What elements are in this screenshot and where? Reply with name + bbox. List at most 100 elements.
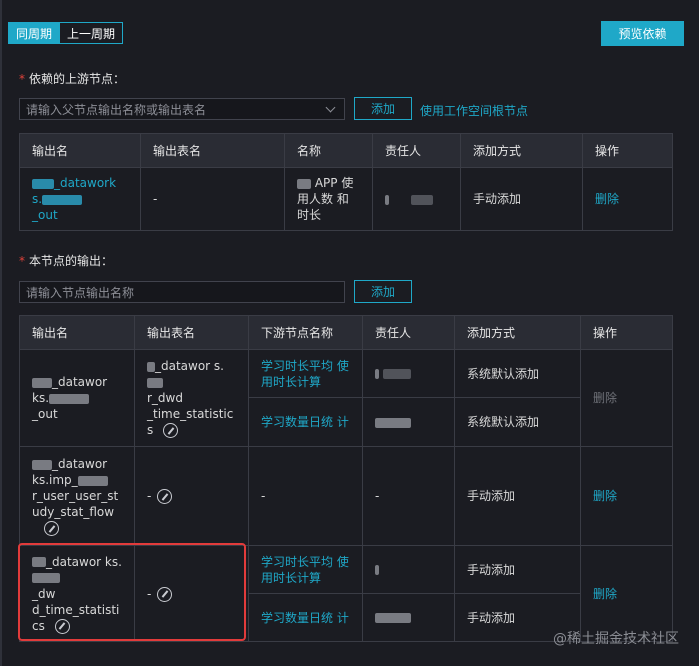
output-name-cell: _datawork s. _out xyxy=(19,167,141,231)
redacted-block xyxy=(32,573,60,583)
redacted-block xyxy=(375,613,411,623)
upstream-label-text: 依赖的上游节点： xyxy=(29,72,126,86)
output-table-text: - xyxy=(147,489,152,503)
table-row: _datawork s. _out - APP 使用人数 和时长 手动添加 删除 xyxy=(19,167,673,231)
add-method-cell: 手动添加 xyxy=(454,545,581,594)
cycle-toggle: 同周期 上一周期 xyxy=(8,22,124,44)
redacted-block xyxy=(375,369,379,379)
tab-same-cycle[interactable]: 同周期 xyxy=(8,22,61,44)
col-action: 操作 xyxy=(580,315,673,350)
output-table-text: - xyxy=(147,586,152,601)
redacted-block xyxy=(382,369,411,379)
output-name-text: _datawor ks. xyxy=(46,554,122,569)
col-owner: 责任人 xyxy=(362,315,455,350)
add-method-cell: 系统默认添加 xyxy=(454,397,581,447)
output-name-cell: _datawor ks.imp_ r_user_user_st udy_stat… xyxy=(19,446,135,546)
downstream-node-link[interactable]: 学习数量日统 计 xyxy=(248,593,363,642)
name-cell: APP 使用人数 和时长 xyxy=(284,167,373,231)
owner-cell xyxy=(362,545,455,594)
upstream-section-label: * 依赖的上游节点： xyxy=(19,70,125,87)
owner-cell xyxy=(362,349,455,398)
output-add-button[interactable]: 添加 xyxy=(354,280,412,303)
upstream-search-placeholder: 请输入父节点输出名称或输出表名 xyxy=(26,102,207,117)
preview-dependency-button[interactable]: 预览依赖 xyxy=(601,21,684,46)
delete-link[interactable]: 删除 xyxy=(580,446,673,546)
table-header-row: 输出名 输出表名 名称 责任人 添加方式 操作 xyxy=(19,133,673,168)
outputs-section-label: * 本节点的输出： xyxy=(19,252,113,269)
upstream-add-button[interactable]: 添加 xyxy=(354,97,412,120)
table-row: _datawor ks. _out _datawor s. r_dwd _tim… xyxy=(19,349,673,447)
add-method-cell: 手动添加 xyxy=(454,446,581,546)
redacted-block xyxy=(42,194,83,205)
redacted-block xyxy=(49,393,90,404)
output-name-input[interactable]: 请输入节点输出名称 xyxy=(19,281,345,303)
col-add-method: 添加方式 xyxy=(454,315,581,350)
col-output-table: 输出表名 xyxy=(134,315,249,350)
redacted-block xyxy=(375,417,411,428)
col-name: 名称 xyxy=(284,133,373,168)
col-owner: 责任人 xyxy=(372,133,461,168)
redacted-block xyxy=(32,459,52,470)
delete-link[interactable]: 删除 xyxy=(582,167,673,231)
redacted-block xyxy=(385,194,389,205)
downstream-cell: - xyxy=(248,446,363,546)
redacted-block xyxy=(297,178,311,189)
output-table-cell: - xyxy=(134,545,249,642)
table-row: _datawor ks.imp_ r_user_user_st udy_stat… xyxy=(19,446,673,546)
output-table-cell: - xyxy=(134,446,249,546)
output-table-cell: - xyxy=(140,167,285,231)
col-output-name: 输出名 xyxy=(19,133,141,168)
delete-link-disabled: 删除 xyxy=(580,349,673,447)
output-name-tail: _out xyxy=(32,407,58,421)
add-method-cell: 手动添加 xyxy=(460,167,583,231)
outputs-table: 输出名 输出表名 下游节点名称 责任人 添加方式 操作 _datawor ks.… xyxy=(19,315,673,642)
upstream-search-select[interactable]: 请输入父节点输出名称或输出表名 xyxy=(19,98,345,120)
edit-icon[interactable] xyxy=(44,521,59,536)
downstream-node-link[interactable]: 学习时长平均 使用时长计算 xyxy=(248,349,363,398)
owner-cell xyxy=(372,167,461,231)
redacted-block xyxy=(375,565,379,575)
output-table-text: _datawor s. xyxy=(155,359,224,373)
edit-icon[interactable] xyxy=(157,586,173,602)
watermark: @稀土掘金技术社区 xyxy=(553,631,679,647)
owner-cell: - xyxy=(362,446,455,546)
edit-icon[interactable] xyxy=(157,489,173,504)
upstream-table: 输出名 输出表名 名称 责任人 添加方式 操作 _datawork s. _ou… xyxy=(19,133,673,231)
required-mark: * xyxy=(19,254,25,268)
add-method-cell: 系统默认添加 xyxy=(454,349,581,398)
output-table-cell: _datawor s. r_dwd _time_statistic s xyxy=(134,349,249,447)
col-output-name: 输出名 xyxy=(19,315,135,350)
chevron-down-icon xyxy=(325,102,336,112)
redacted-block xyxy=(410,194,433,205)
redacted-block xyxy=(77,475,108,486)
owner-cell xyxy=(362,397,455,447)
output-name-cell: _datawor ks. _out xyxy=(19,349,135,447)
output-name-tail[interactable]: _out xyxy=(32,208,58,222)
output-name-tail: _dw d_time_statisti cs xyxy=(32,586,120,633)
col-output-table: 输出表名 xyxy=(140,133,285,168)
output-table-mid: r_dwd _time_statistic s xyxy=(147,391,234,437)
col-add-method: 添加方式 xyxy=(460,133,583,168)
downstream-node-link[interactable]: 学习数量日统 计 xyxy=(248,397,363,447)
use-root-node-link[interactable]: 使用工作空间根节点 xyxy=(420,102,528,119)
table-row: _datawor ks. _dw d_time_statisti cs - 学习… xyxy=(19,545,673,642)
downstream-node-link[interactable]: 学习时长平均 使用时长计算 xyxy=(248,545,363,594)
output-name-tail: r_user_user_st udy_stat_flow xyxy=(32,489,119,519)
owner-cell xyxy=(362,593,455,642)
redacted-block xyxy=(32,178,54,189)
output-input-placeholder: 请输入节点输出名称 xyxy=(26,285,135,300)
col-action: 操作 xyxy=(582,133,673,168)
edit-icon[interactable] xyxy=(163,423,179,438)
tab-previous-cycle[interactable]: 上一周期 xyxy=(60,22,124,44)
table-header-row: 输出名 输出表名 下游节点名称 责任人 添加方式 操作 xyxy=(19,315,673,350)
redacted-block xyxy=(32,557,46,567)
edit-icon[interactable] xyxy=(54,618,70,634)
redacted-block xyxy=(32,377,52,388)
required-mark: * xyxy=(19,72,25,86)
redacted-block xyxy=(147,377,163,388)
output-name-cell: _datawor ks. _dw d_time_statisti cs xyxy=(19,545,135,642)
dependency-panel: 同周期 上一周期 预览依赖 * 依赖的上游节点： 请输入父节点输出名称或输出表名 … xyxy=(0,0,699,666)
col-downstream: 下游节点名称 xyxy=(248,315,363,350)
outputs-label-text: 本节点的输出： xyxy=(29,254,114,268)
redacted-block xyxy=(147,361,155,372)
